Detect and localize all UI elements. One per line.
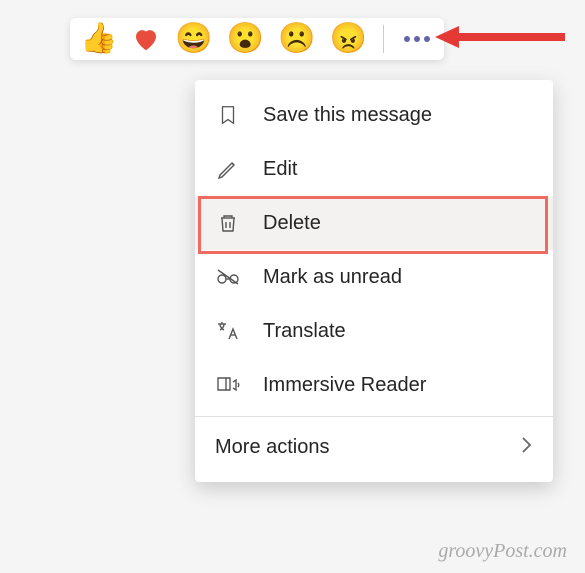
reaction-divider <box>383 25 384 53</box>
menu-item-more-actions[interactable]: More actions <box>195 421 553 474</box>
menu-separator <box>195 416 553 417</box>
reaction-surprised[interactable]: 😮 <box>227 24 264 54</box>
menu-label: Translate <box>263 320 533 343</box>
menu-item-translate[interactable]: Translate <box>195 304 553 358</box>
menu-label: Mark as unread <box>263 266 533 289</box>
reaction-laugh[interactable]: 😄 <box>175 24 212 54</box>
reaction-angry[interactable]: 😠 <box>329 24 366 54</box>
menu-label: More actions <box>215 436 497 459</box>
annotation-arrow <box>435 22 565 52</box>
reaction-bar: 👍 😄 😮 ☹️ 😠 <box>70 18 444 60</box>
reaction-heart[interactable] <box>131 24 161 54</box>
menu-label: Save this message <box>263 104 533 127</box>
reaction-sad[interactable]: ☹️ <box>278 24 315 54</box>
more-options-button[interactable] <box>400 36 434 42</box>
trash-icon <box>215 210 241 236</box>
menu-item-edit[interactable]: Edit <box>195 142 553 196</box>
menu-label: Immersive Reader <box>263 374 533 397</box>
menu-label: Edit <box>263 158 533 181</box>
bookmark-icon <box>215 102 241 128</box>
watermark: groovyPost.com <box>438 540 567 563</box>
menu-label: Delete <box>263 212 533 235</box>
pencil-icon <box>215 156 241 182</box>
book-speaker-icon <box>215 372 241 398</box>
translate-icon <box>215 318 241 344</box>
reaction-like[interactable]: 👍 <box>80 24 117 54</box>
context-menu: Save this message Edit Delete Mark as un… <box>195 80 553 482</box>
menu-item-unread[interactable]: Mark as unread <box>195 250 553 304</box>
chevron-right-icon <box>519 435 533 460</box>
menu-item-delete[interactable]: Delete <box>195 196 553 250</box>
menu-item-save[interactable]: Save this message <box>195 88 553 142</box>
glasses-off-icon <box>215 264 241 290</box>
menu-item-immersive[interactable]: Immersive Reader <box>195 358 553 412</box>
